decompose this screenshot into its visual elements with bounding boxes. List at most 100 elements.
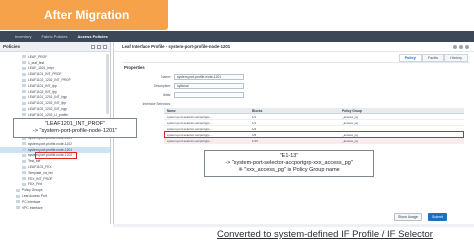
table-cell-name: system-port-selector-accportgrp-... (167, 120, 213, 125)
description-field[interactable]: optional (174, 82, 244, 89)
description-label: Description: (153, 83, 171, 88)
interface-selectors-row: Interface Selectors: (142, 100, 174, 107)
show-usage-button[interactable]: Show Usage (394, 213, 422, 221)
banner-title: After Migration (44, 8, 130, 22)
horizontal-scrollbar[interactable] (113, 224, 474, 227)
sidebar-item-label: LEAF_1001_Intpr (28, 66, 54, 71)
sidebar-item-label: Template_int_fex (28, 170, 53, 175)
sidebar-item-label: LEAF1102_1202_INT_bgp (28, 107, 67, 112)
sidebar-title: Policies (3, 44, 21, 49)
table-cell-name: system-port-selector-accportgrp-... (167, 126, 213, 131)
table-cell-group: _access_pg (342, 114, 359, 119)
sidebar-item-label: LEAF1102_1202_INT_fpp (28, 101, 67, 106)
folder-icon (22, 153, 26, 157)
sidebar-item-label: LEAF_PROF (28, 54, 48, 59)
sidebar-item-label: LEAF1102_1202_INT_PROF (28, 78, 71, 83)
table-cell-blocks: 1/1 (252, 120, 257, 125)
settings-icon[interactable] (103, 44, 107, 49)
sidebar-item-label: LEAF1101_1201_INT_bgp (28, 95, 67, 100)
alias-field[interactable] (174, 91, 244, 98)
refresh-icon[interactable] (91, 44, 95, 49)
folder-icon (22, 165, 26, 169)
folder-icon (22, 78, 26, 82)
sidebar-item-label: LEAF1101_INT_PROF (28, 72, 62, 77)
collapse-icon[interactable] (97, 44, 101, 49)
folder-icon (16, 188, 20, 192)
folder-icon (22, 177, 26, 181)
sidebar-item-label: 1_leaf_test (28, 60, 45, 65)
panel-actions (453, 45, 469, 49)
sidebar-item-label: LEAF1101_INT_fpp (28, 83, 57, 88)
folder-icon (16, 200, 20, 204)
folder-icon (22, 113, 26, 117)
screenshot-root: After Migration Inventory Fabric Policie… (0, 0, 474, 248)
panel-tabs: Policy Faults History (398, 54, 468, 62)
panel-title-bar: Leaf Interface Profile - system-port-pro… (114, 42, 474, 52)
table-cell-blocks: 1/1 (252, 114, 257, 119)
folder-icon (22, 95, 26, 99)
col-name[interactable]: Name (164, 109, 252, 113)
sidebar-item[interactable]: VPC Interface (0, 205, 110, 211)
folder-icon (22, 148, 26, 152)
name-row: Name: system-port-profile-node-1201 (142, 73, 244, 80)
folder-icon (22, 171, 26, 175)
folder-icon (22, 84, 26, 88)
folder-icon (22, 107, 26, 111)
sidebar-highlight-box (35, 152, 77, 159)
interface-selectors-label: Interface Selectors: (142, 101, 171, 106)
folder-icon (22, 90, 26, 94)
folder-icon (22, 142, 26, 146)
help-icon[interactable] (453, 45, 457, 49)
name-field[interactable]: system-port-profile-node-1201 (174, 73, 244, 80)
tools-icon[interactable] (465, 45, 469, 49)
folder-icon (22, 182, 26, 186)
col-policy-group[interactable]: Policy Group (322, 109, 432, 113)
interface-selectors-table: Name Blocks Policy Group system-port-sel… (164, 108, 464, 144)
folder-icon (22, 55, 26, 59)
description-row: Description: optional (142, 82, 244, 89)
folder-icon (22, 101, 26, 105)
tab-faults[interactable]: Faults (421, 54, 445, 62)
folder-icon (16, 194, 20, 198)
sidebar-item-label: LEAF1102_INT_fpp (28, 89, 57, 94)
sidebar-tools (91, 44, 107, 49)
section-divider (122, 62, 470, 63)
selector-rename-callout: "E1-13" -> "system-port-selector-accport… (204, 150, 374, 177)
sidebar-item-label: Policy Groups (22, 188, 43, 193)
sidebar-item-label: FEX_INT_PROF (28, 176, 53, 181)
table-row[interactable]: system-port-selector-accportgrp-... 1/13 _… (164, 138, 464, 144)
table-cell-name: system-port-selector-accportgrp-... (167, 138, 213, 143)
sidebar-item-label: PC Interface (22, 199, 41, 204)
folder-icon (22, 72, 26, 76)
table-cell-group: _access_pg (342, 120, 359, 125)
sidebar-item-label: Test_intf (28, 159, 41, 164)
sidebar-item-label: VPC Interface (22, 205, 43, 210)
table-cell-group: ... (342, 126, 345, 131)
sidebar-item-label: LEAF1102_1202_LI_profile (28, 112, 68, 117)
submit-button[interactable]: Submit (428, 213, 447, 221)
row-highlight-box (164, 131, 464, 138)
sidebar-scrollbar[interactable] (106, 54, 109, 114)
migration-caption: Converted to system-defined IF Profile /… (217, 229, 433, 240)
tab-history[interactable]: History (444, 54, 468, 62)
properties-heading: Properties (124, 65, 145, 70)
name-label: Name: (161, 74, 171, 79)
alias-label: Alias: (162, 92, 171, 97)
download-icon[interactable] (459, 45, 463, 49)
nav-inventory[interactable]: Inventory (15, 34, 31, 39)
table-body: system-port-selector-accportgrp-... 1/1 _a… (164, 114, 464, 144)
sidebar-item-label: FEX_Prof (28, 182, 43, 187)
table-cell-name: system-port-selector-accportgrp-... (167, 114, 213, 119)
top-navigation: Inventory Fabric Policies Access Policie… (0, 31, 474, 42)
folder-icon (22, 66, 26, 70)
table-cell-group: _access_pg (342, 138, 359, 143)
nav-access-policies[interactable]: Access Policies (77, 34, 107, 39)
alias-row: Alias: (142, 91, 244, 98)
nav-fabric-policies[interactable]: Fabric Policies (41, 34, 67, 39)
panel-title: Leaf Interface Profile - system-port-pro… (122, 44, 231, 49)
sidebar-header: Policies (0, 42, 110, 52)
col-blocks[interactable]: Blocks (252, 109, 322, 113)
tab-policy[interactable]: Policy (398, 54, 422, 62)
table-cell-blocks: 1/3 (252, 126, 257, 131)
sidebar-item-label: Leaf Access Port (22, 194, 47, 199)
